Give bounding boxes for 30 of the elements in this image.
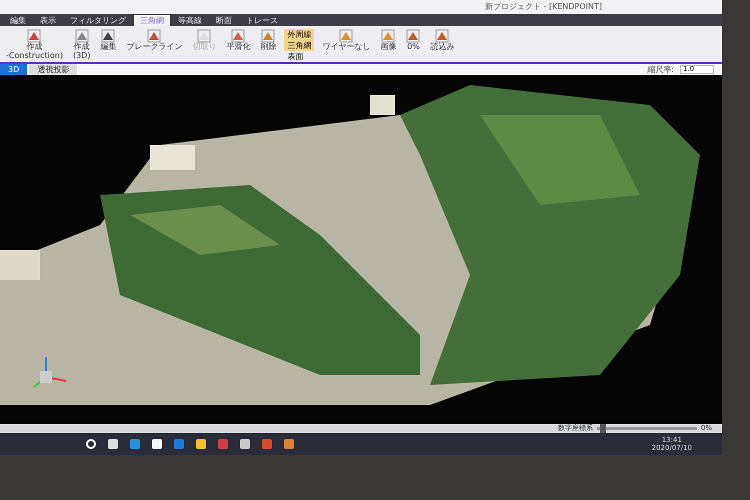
ribbon-button[interactable]: ブレークライン <box>124 29 184 52</box>
ribbon-button[interactable]: 平滑化 <box>224 29 252 52</box>
zoom-slider[interactable] <box>596 427 697 430</box>
toggle-button[interactable]: 外周線 <box>284 29 314 40</box>
ribbon-button[interactable]: 0% <box>404 29 422 52</box>
ribbon-tab[interactable]: 等高線 <box>172 15 208 26</box>
ribbon-button[interactable]: 作成 -Construction) <box>4 29 65 61</box>
ribbon-button[interactable]: ワイヤーなし <box>320 29 372 52</box>
app-icon[interactable] <box>239 438 251 450</box>
ribbon-button[interactable]: 削除 <box>258 29 278 52</box>
ribbon-button[interactable]: 画像 <box>378 29 398 52</box>
ribbon-button[interactable]: 読込み <box>428 29 456 52</box>
view-tab[interactable]: 透視投影 <box>29 64 78 75</box>
ribbon-tab[interactable]: 表示 <box>34 15 62 26</box>
ribbon-tab[interactable]: 断面 <box>210 15 238 26</box>
app-icon[interactable] <box>283 438 295 450</box>
ribbon-button[interactable]: 編集 <box>98 29 118 52</box>
ribbon-tab[interactable]: フィルタリング <box>64 15 132 26</box>
window-title: 新プロジェクト - [KENDPOINT] <box>484 1 602 13</box>
ribbon-button[interactable]: 作成 (3D) <box>70 29 92 61</box>
scale-label: 縮尺率: <box>647 64 674 76</box>
search-icon[interactable] <box>85 438 97 450</box>
ribbon-tab[interactable]: 編集 <box>4 15 32 26</box>
ribbon-tab[interactable]: トレース <box>240 15 284 26</box>
toggle-button[interactable]: 表面 <box>284 51 306 62</box>
slider-thumb[interactable] <box>600 424 606 433</box>
task-view-icon[interactable] <box>107 438 119 450</box>
ribbon-tab[interactable]: 三角網 <box>134 15 170 26</box>
toggle-button[interactable]: 三角網 <box>284 40 314 51</box>
view-tab[interactable]: 3D <box>0 64 28 75</box>
